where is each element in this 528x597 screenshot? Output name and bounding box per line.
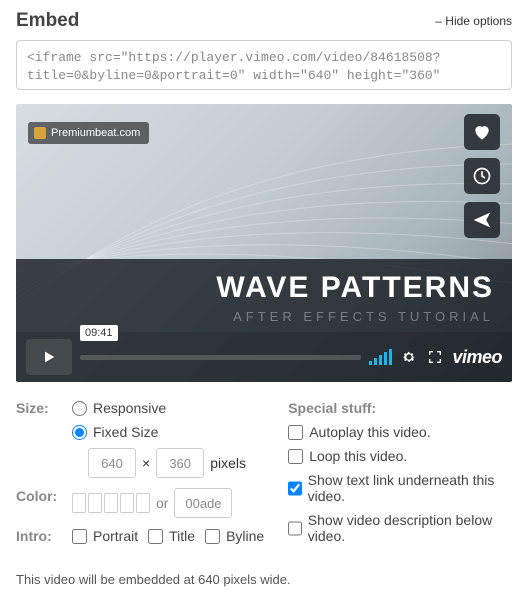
width-input[interactable] — [88, 448, 136, 478]
heart-icon — [472, 122, 492, 142]
size-fixed-radio[interactable] — [72, 425, 87, 440]
embed-code-textarea[interactable]: <iframe src="https://player.vimeo.com/vi… — [16, 40, 512, 90]
page-title: Embed — [16, 10, 79, 32]
desc-checkbox[interactable] — [288, 521, 302, 536]
watch-later-button[interactable] — [464, 158, 500, 194]
autoplay-checkbox[interactable] — [288, 425, 303, 440]
intro-byline-checkbox[interactable] — [205, 529, 220, 544]
clock-icon — [472, 166, 492, 186]
or-text: or — [156, 495, 168, 511]
pixels-label: pixels — [210, 455, 246, 471]
brand-icon — [34, 127, 46, 139]
vimeo-logo[interactable]: vimeo — [452, 347, 502, 368]
special-label: Special stuff: — [288, 400, 512, 416]
color-swatch[interactable] — [88, 493, 102, 513]
brand-badge: Premiumbeat.com — [28, 122, 149, 144]
dimension-x: × — [142, 455, 150, 471]
share-button[interactable] — [464, 202, 500, 238]
color-label: Color: — [16, 488, 72, 504]
brand-text: Premiumbeat.com — [51, 127, 140, 139]
video-title: WAVE PATTERNS — [34, 271, 494, 305]
intro-label: Intro: — [16, 528, 72, 544]
fullscreen-icon — [427, 349, 443, 365]
intro-portrait-checkbox[interactable] — [72, 529, 87, 544]
intro-title-checkbox[interactable] — [148, 529, 163, 544]
desc-option[interactable]: Show video description below video. — [288, 512, 512, 544]
autoplay-option[interactable]: Autoplay this video. — [288, 424, 512, 440]
intro-portrait-option[interactable]: Portrait — [72, 528, 138, 544]
duration-tooltip: 09:41 — [80, 325, 118, 341]
settings-button[interactable] — [400, 348, 418, 366]
hide-options-link[interactable]: – Hide options — [435, 14, 512, 28]
video-player: Premiumbeat.com WAVE PATTERNS AFTER EFFE… — [16, 104, 512, 382]
color-swatch[interactable] — [136, 493, 150, 513]
play-button[interactable] — [26, 339, 72, 375]
textlink-option[interactable]: Show text link underneath this video. — [288, 472, 512, 504]
size-responsive-option[interactable]: Responsive — [72, 400, 264, 416]
color-swatch[interactable] — [120, 493, 134, 513]
intro-title-option[interactable]: Title — [148, 528, 195, 544]
textlink-checkbox[interactable] — [288, 481, 301, 496]
size-fixed-option[interactable]: Fixed Size — [72, 424, 264, 440]
intro-byline-option[interactable]: Byline — [205, 528, 264, 544]
like-button[interactable] — [464, 114, 500, 150]
share-icon — [472, 210, 492, 230]
size-label: Size: — [16, 400, 72, 416]
volume-control[interactable] — [369, 349, 392, 365]
loop-option[interactable]: Loop this video. — [288, 448, 512, 464]
play-icon — [41, 349, 57, 365]
gear-icon — [401, 349, 417, 365]
size-responsive-radio[interactable] — [72, 401, 87, 416]
progress-bar[interactable]: 09:41 — [80, 347, 361, 367]
color-swatch[interactable] — [72, 493, 86, 513]
embed-footnote: This video will be embedded at 640 pixel… — [16, 572, 512, 587]
height-input[interactable] — [156, 448, 204, 478]
loop-checkbox[interactable] — [288, 449, 303, 464]
color-swatch[interactable] — [104, 493, 118, 513]
fullscreen-button[interactable] — [426, 348, 444, 366]
color-hex-input[interactable] — [174, 488, 232, 518]
video-subtitle: AFTER EFFECTS TUTORIAL — [34, 309, 494, 324]
